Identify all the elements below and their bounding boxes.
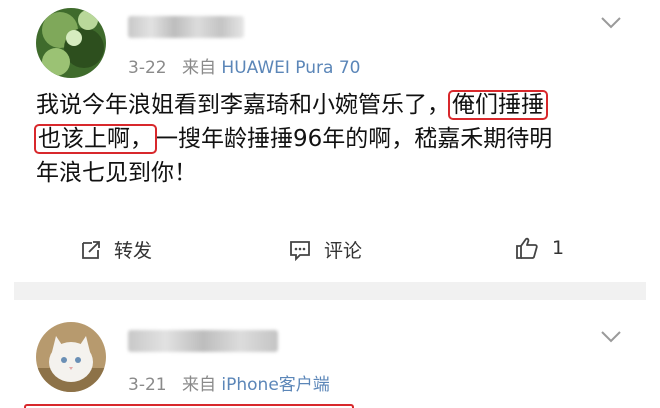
weibo-post: 3-21 来自 iPhone客户端 <box>0 300 660 408</box>
post-meta: 3-21 来自 iPhone客户端 <box>128 370 330 395</box>
thumbs-up-icon <box>516 237 538 259</box>
username-blurred[interactable] <box>128 16 244 38</box>
post-source-link[interactable]: iPhone客户端 <box>221 375 329 395</box>
repost-button[interactable]: 转发 <box>80 236 152 263</box>
like-button[interactable]: 1 <box>514 236 564 260</box>
content-text: 我说今年浪姐看到李嘉琦和小婉管乐了， <box>36 92 450 118</box>
content-line-2: 也该上啊，一搜年龄捶捶96年的啊，嵇嘉禾期待明 <box>34 122 636 156</box>
chevron-down-icon[interactable] <box>598 326 624 346</box>
chevron-down-icon[interactable] <box>598 12 624 32</box>
post-actions: 转发 评论 1 <box>0 232 660 272</box>
content-line-3: 年浪七见到你！ <box>36 156 636 190</box>
avatar[interactable] <box>36 8 106 78</box>
post-content: 我说今年浪姐看到李嘉琦和小婉管乐了，俺们捶捶 也该上啊，一搜年龄捶捶96年的啊，… <box>34 88 636 190</box>
highlight-box <box>24 404 354 408</box>
avatar[interactable] <box>36 322 106 392</box>
comment-label: 评论 <box>324 240 363 262</box>
avatar-image <box>36 322 106 392</box>
post-date: 3-22 <box>128 58 167 78</box>
comment-icon <box>290 240 310 261</box>
content-text: 一搜年龄捶捶96年的啊，嵇嘉禾期待明 <box>155 126 553 152</box>
content-text: 年浪七见到你！ <box>36 160 197 186</box>
highlighted-text: 也该上啊， <box>34 124 157 154</box>
source-prefix: 来自 <box>182 375 216 395</box>
highlighted-text: 俺们捶捶 <box>448 90 548 120</box>
post-date: 3-21 <box>128 375 167 395</box>
weibo-post: 3-22 来自 HUAWEI Pura 70 我说今年浪姐看到李嘉琦和小婉管乐了… <box>0 0 660 282</box>
comment-button[interactable]: 评论 <box>288 236 362 263</box>
source-prefix: 来自 <box>182 58 216 78</box>
content-line-1: 我说今年浪姐看到李嘉琦和小婉管乐了，俺们捶捶 <box>36 88 636 122</box>
avatar-image <box>36 8 106 78</box>
repost-icon <box>82 240 100 259</box>
like-count: 1 <box>552 237 565 259</box>
repost-label: 转发 <box>114 240 153 262</box>
post-divider <box>14 282 646 300</box>
username-blurred[interactable] <box>128 330 278 352</box>
post-meta: 3-22 来自 HUAWEI Pura 70 <box>128 53 360 78</box>
post-source-link[interactable]: HUAWEI Pura 70 <box>221 58 360 78</box>
